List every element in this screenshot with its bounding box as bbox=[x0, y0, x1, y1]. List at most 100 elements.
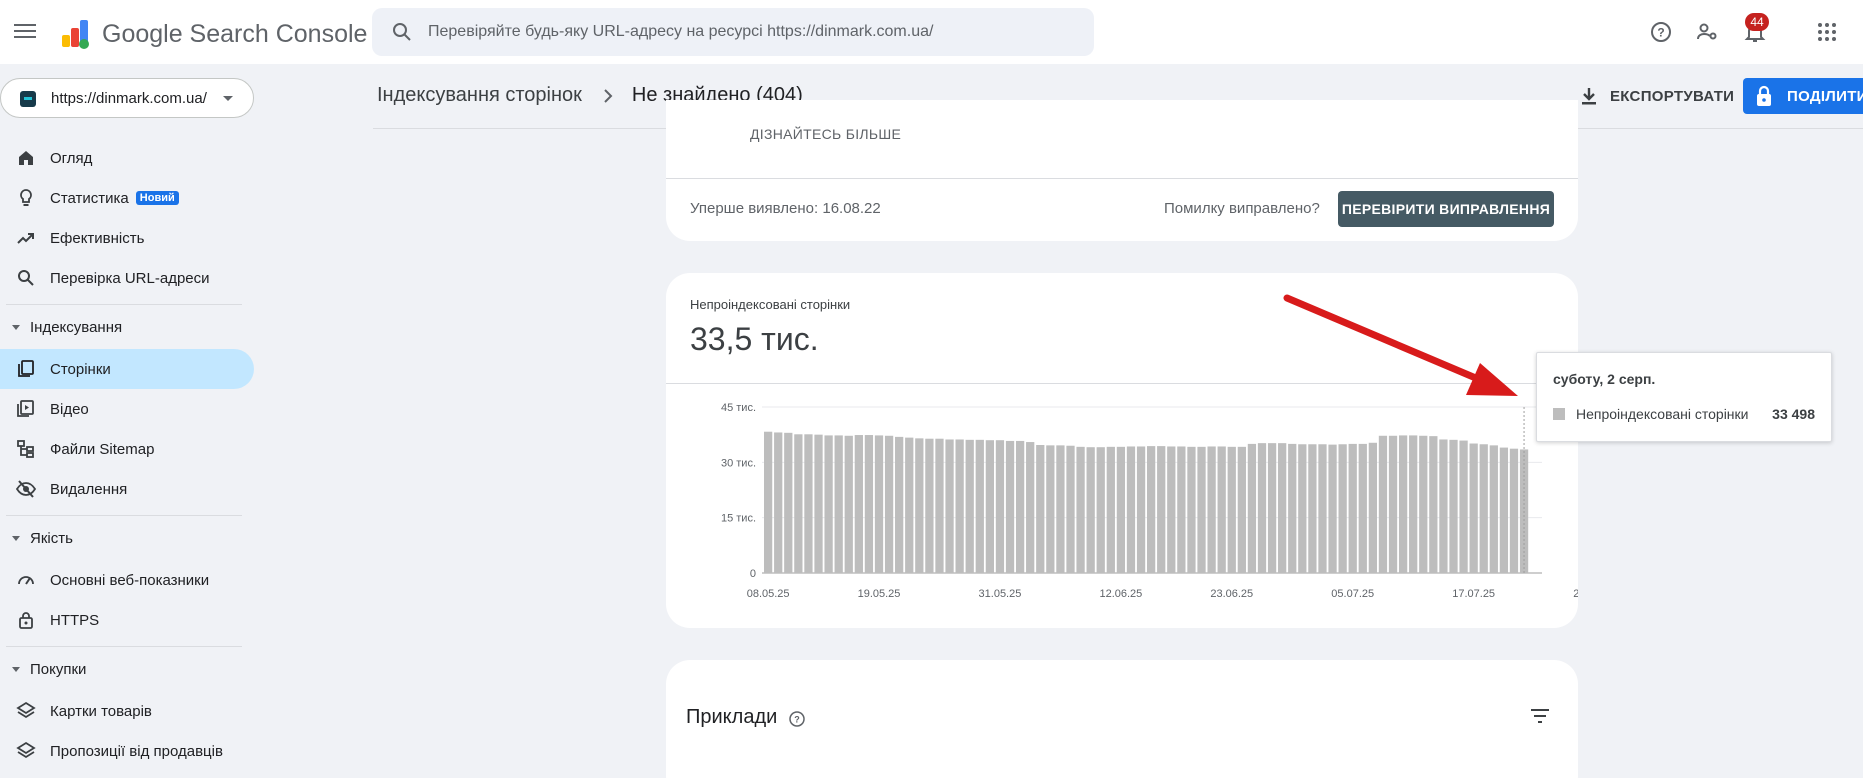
chart-bar[interactable] bbox=[1267, 443, 1277, 573]
chart-bar[interactable] bbox=[1207, 446, 1216, 573]
sidebar-section-quality[interactable]: Якість bbox=[0, 516, 254, 560]
chart-bar[interactable] bbox=[1086, 447, 1095, 573]
chart-bar[interactable] bbox=[1288, 443, 1297, 573]
chart-bar[interactable] bbox=[1318, 444, 1327, 573]
chart-bar[interactable] bbox=[955, 439, 964, 573]
chart-bar[interactable] bbox=[1227, 446, 1236, 573]
chart-bar[interactable] bbox=[1459, 440, 1468, 573]
sidebar-item-merchant-listings[interactable]: Пропозиції від продавців bbox=[0, 731, 254, 771]
chart-bar[interactable] bbox=[1298, 444, 1307, 573]
chart-bar[interactable] bbox=[1398, 435, 1408, 573]
chart-bar[interactable] bbox=[1489, 445, 1498, 573]
chart-bar[interactable] bbox=[1278, 443, 1287, 573]
chart-bar[interactable] bbox=[1046, 445, 1055, 573]
chart-bar[interactable] bbox=[1136, 446, 1146, 573]
chart-bar[interactable] bbox=[995, 440, 1005, 573]
chart-bar[interactable] bbox=[1106, 446, 1115, 573]
sidebar-item-statistics[interactable]: Статистика Новий bbox=[0, 178, 254, 218]
chart-bar[interactable] bbox=[1378, 435, 1388, 573]
chart-bar[interactable] bbox=[905, 437, 914, 573]
chart-bar[interactable] bbox=[1147, 446, 1156, 573]
chart-bar[interactable] bbox=[1076, 446, 1085, 573]
chart-bar[interactable] bbox=[774, 432, 783, 573]
sidebar-section-indexing[interactable]: Індексування bbox=[0, 305, 254, 349]
chart-bar[interactable] bbox=[1308, 444, 1317, 573]
chart-bar[interactable] bbox=[864, 435, 874, 573]
chart-bar[interactable] bbox=[1439, 439, 1448, 573]
sidebar-item-removals[interactable]: Видалення bbox=[0, 469, 254, 509]
chart-bar[interactable] bbox=[975, 439, 984, 573]
chart-bar[interactable] bbox=[1157, 446, 1166, 573]
chart-bar[interactable] bbox=[1479, 444, 1488, 573]
chart-bar[interactable] bbox=[794, 434, 803, 573]
chart-bar[interactable] bbox=[895, 436, 904, 573]
export-button[interactable]: ЕКСПОРТУВАТИ bbox=[1580, 84, 1734, 108]
apps-grid-icon[interactable] bbox=[1815, 20, 1839, 44]
chart-bar[interactable] bbox=[1257, 443, 1267, 573]
learn-more-link[interactable]: ДІЗНАЙТЕСЬ БІЛЬШЕ bbox=[750, 126, 901, 142]
sidebar-item-performance[interactable]: Ефективність bbox=[0, 218, 254, 258]
chart-bar[interactable] bbox=[1167, 446, 1176, 573]
chart-bar[interactable] bbox=[834, 435, 843, 573]
sidebar-item-pages[interactable]: Сторінки bbox=[0, 349, 254, 389]
chart-bar[interactable] bbox=[1348, 443, 1357, 573]
chart-bar[interactable] bbox=[1368, 442, 1378, 573]
chart-bar[interactable] bbox=[935, 438, 944, 573]
chart-bar[interactable] bbox=[1328, 444, 1337, 573]
property-selector[interactable]: https://dinmark.com.ua/ bbox=[0, 78, 254, 118]
unindexed-pages-bar-chart[interactable]: 0 15 тис. 30 тис. 45 тис. 08.05.25 19.05.25 31… bbox=[666, 385, 1578, 625]
chart-bar[interactable] bbox=[1026, 442, 1035, 573]
sidebar-item-product-snippets[interactable]: Картки товарів bbox=[0, 691, 254, 731]
chart-bar[interactable] bbox=[1116, 446, 1126, 573]
main-menu-icon[interactable] bbox=[14, 21, 36, 43]
chart-bar[interactable] bbox=[1499, 447, 1509, 573]
chart-bar[interactable] bbox=[915, 438, 924, 573]
sidebar-item-video[interactable]: Відео bbox=[0, 389, 254, 429]
chart-bar[interactable] bbox=[945, 439, 954, 573]
url-inspection-input[interactable] bbox=[428, 18, 1068, 46]
url-inspection-search[interactable] bbox=[372, 8, 1094, 56]
chart-bar[interactable] bbox=[1217, 446, 1226, 573]
chart-bar[interactable] bbox=[1177, 446, 1186, 573]
chart-bar[interactable] bbox=[1005, 440, 1015, 573]
sidebar-item-https[interactable]: HTTPS bbox=[0, 600, 254, 640]
chart-bar[interactable] bbox=[1056, 445, 1065, 573]
help-outline-icon[interactable]: ? bbox=[788, 710, 806, 728]
chart-bar[interactable] bbox=[784, 432, 793, 573]
chart-bar[interactable] bbox=[824, 435, 833, 573]
chart-bar[interactable] bbox=[884, 435, 894, 573]
manage-users-icon[interactable] bbox=[1695, 20, 1719, 44]
breadcrumb-parent-link[interactable]: Індексування сторінок bbox=[377, 84, 582, 107]
chart-bar[interactable] bbox=[1338, 444, 1347, 573]
chart-bar[interactable] bbox=[1388, 435, 1398, 573]
chart-bar[interactable] bbox=[985, 440, 995, 573]
chart-bar[interactable] bbox=[1237, 446, 1246, 573]
sidebar-item-url-inspection[interactable]: Перевірка URL-адреси bbox=[0, 258, 254, 298]
validate-fix-button[interactable]: ПЕРЕВІРИТИ ВИПРАВЛЕННЯ bbox=[1338, 191, 1554, 227]
chart-bar[interactable] bbox=[1358, 443, 1367, 573]
sidebar-section-shopping[interactable]: Покупки bbox=[0, 647, 254, 691]
chart-bar[interactable] bbox=[1429, 436, 1438, 573]
chart-bar[interactable] bbox=[814, 434, 823, 573]
chart-bar[interactable] bbox=[1126, 446, 1136, 573]
sidebar-item-core-web-vitals[interactable]: Основні веб-показники bbox=[0, 560, 254, 600]
chart-bar[interactable] bbox=[1449, 439, 1458, 573]
chart-bar[interactable] bbox=[1419, 435, 1428, 573]
chart-bar[interactable] bbox=[1187, 446, 1196, 573]
chart-bar[interactable] bbox=[874, 435, 884, 573]
chart-bar[interactable] bbox=[1096, 447, 1105, 573]
chart-bar[interactable] bbox=[1469, 443, 1478, 573]
share-button[interactable]: ПОДІЛИТИСЯ bbox=[1743, 78, 1863, 114]
chart-bar[interactable] bbox=[854, 435, 863, 573]
chart-bar[interactable] bbox=[1197, 446, 1206, 573]
help-icon[interactable]: ? bbox=[1649, 20, 1673, 44]
sidebar-item-sitemaps[interactable]: Файли Sitemap bbox=[0, 429, 254, 469]
sidebar-item-overview[interactable]: Огляд bbox=[0, 138, 254, 178]
chart-bar[interactable] bbox=[1509, 448, 1519, 573]
chart-bar[interactable] bbox=[1247, 443, 1257, 573]
filter-icon[interactable] bbox=[1528, 704, 1552, 728]
chart-bar[interactable] bbox=[764, 431, 773, 573]
chart-bar[interactable] bbox=[1409, 435, 1418, 573]
chart-bar[interactable] bbox=[1066, 445, 1075, 573]
chart-bar[interactable] bbox=[925, 438, 934, 573]
